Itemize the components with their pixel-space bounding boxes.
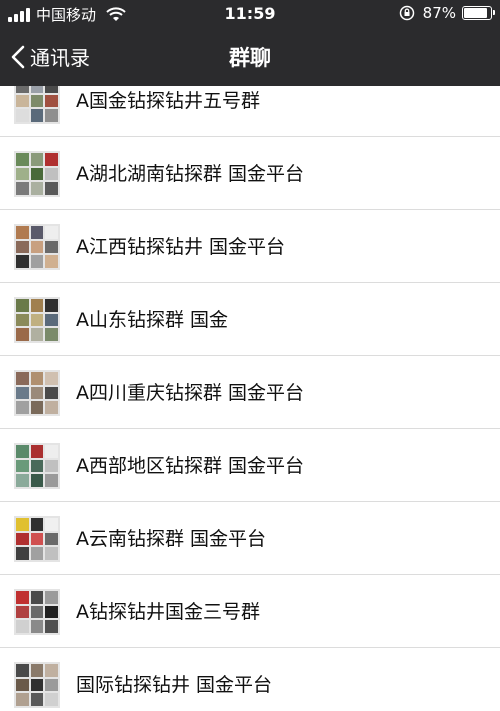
group-chat-row[interactable]: A云南钻探群 国金平台 <box>0 502 500 575</box>
group-chat-row[interactable]: A四川重庆钻探群 国金平台 <box>0 356 500 429</box>
group-name: A江西钻探钻井 国金平台 <box>76 236 286 258</box>
group-avatar <box>14 443 60 489</box>
battery-percent: 87% <box>422 4 456 22</box>
battery-fill <box>464 8 487 18</box>
group-name: 国际钻探钻井 国金平台 <box>76 674 273 696</box>
group-chat-row[interactable]: A西部地区钻探群 国金平台 <box>0 429 500 502</box>
group-chat-row[interactable]: A山东钻探群 国金 <box>0 283 500 356</box>
group-name: A湖北湖南钻探群 国金平台 <box>76 163 305 185</box>
status-bar: 中国移动 11:59 87% <box>0 0 500 30</box>
nav-bar: 通讯录 群聊 <box>0 32 500 82</box>
group-avatar <box>14 516 60 562</box>
group-chat-row[interactable]: A国金钻探钻井五号群 <box>0 86 500 137</box>
group-name: A山东钻探群 国金 <box>76 309 229 331</box>
group-name: A西部地区钻探群 国金平台 <box>76 455 305 477</box>
group-chat-row[interactable]: 国际钻探钻井 国金平台 <box>0 648 500 711</box>
battery-icon <box>462 6 495 20</box>
group-avatar <box>14 370 60 416</box>
page-title: 群聊 <box>229 46 271 70</box>
group-name: A钻探钻井国金三号群 <box>76 601 260 623</box>
group-avatar <box>14 151 60 197</box>
group-chat-row[interactable]: A钻探钻井国金三号群 <box>0 575 500 648</box>
group-list[interactable]: A国金钻探钻井五号群 A湖北湖南钻探群 国金平台 A江西钻探钻井 国金平台 A山东钻探… <box>0 86 500 711</box>
group-avatar <box>14 224 60 270</box>
group-name: A国金钻探钻井五号群 <box>76 90 260 112</box>
group-name: A云南钻探群 国金平台 <box>76 528 267 550</box>
group-name: A四川重庆钻探群 国金平台 <box>76 382 305 404</box>
group-avatar <box>14 297 60 343</box>
group-avatar <box>14 86 60 124</box>
top-bar: 中国移动 11:59 87% 通讯录 群聊 <box>0 0 500 86</box>
group-avatar <box>14 589 60 635</box>
rotation-lock-icon <box>399 5 414 21</box>
group-avatar <box>14 662 60 708</box>
group-chat-row[interactable]: A江西钻探钻井 国金平台 <box>0 210 500 283</box>
group-chat-row[interactable]: A湖北湖南钻探群 国金平台 <box>0 137 500 210</box>
